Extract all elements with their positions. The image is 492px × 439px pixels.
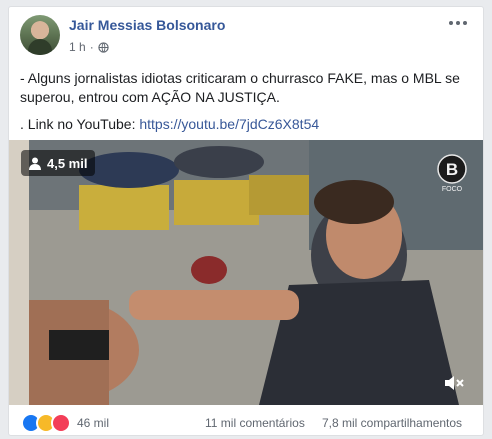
youtube-link[interactable]: https://youtu.be/7jdCz6X8t54: [139, 116, 319, 132]
channel-logo: B FOCO: [437, 154, 467, 193]
globe-icon[interactable]: [98, 41, 109, 53]
person-icon: [29, 157, 41, 170]
views-badge: 4,5 mil: [21, 150, 96, 176]
post-header: Jair Messias Bolsonaro 1 h ·: [20, 15, 473, 61]
mute-icon[interactable]: [443, 373, 465, 393]
views-count: 4,5 mil: [47, 155, 88, 171]
video-frame: [9, 140, 483, 405]
post-text-line1: - Alguns jornalistas idiotas criticaram …: [20, 70, 460, 105]
meta-separator: ·: [89, 40, 94, 54]
shares-count[interactable]: 7,8 mil compartilhamentos: [322, 416, 462, 430]
post-footer: 46 mil 11 mil comentários 7,8 mil compar…: [9, 405, 483, 435]
avatar[interactable]: [20, 15, 60, 55]
video-player[interactable]: 4,5 mil B FOCO: [9, 140, 483, 405]
reactions-summary[interactable]: 46 mil: [21, 413, 109, 433]
post-card: Jair Messias Bolsonaro 1 h · - Alguns jo…: [8, 6, 484, 436]
post-text: - Alguns jornalistas idiotas criticaram …: [20, 69, 469, 134]
channel-logo-text: FOCO: [442, 186, 463, 193]
post-meta: 1 h ·: [69, 40, 109, 54]
post-text-line2: . Link no YouTube: https://youtu.be/7jdC…: [20, 115, 469, 134]
love-icon: [51, 413, 71, 433]
more-options-icon[interactable]: [449, 21, 467, 27]
reactions-count[interactable]: 46 mil: [77, 416, 109, 430]
author-name[interactable]: Jair Messias Bolsonaro: [69, 17, 225, 33]
comments-count[interactable]: 11 mil comentários: [205, 416, 305, 430]
post-time[interactable]: 1 h: [69, 40, 86, 54]
link-prefix: . Link no YouTube:: [20, 116, 140, 132]
channel-logo-letter: B: [446, 160, 458, 179]
